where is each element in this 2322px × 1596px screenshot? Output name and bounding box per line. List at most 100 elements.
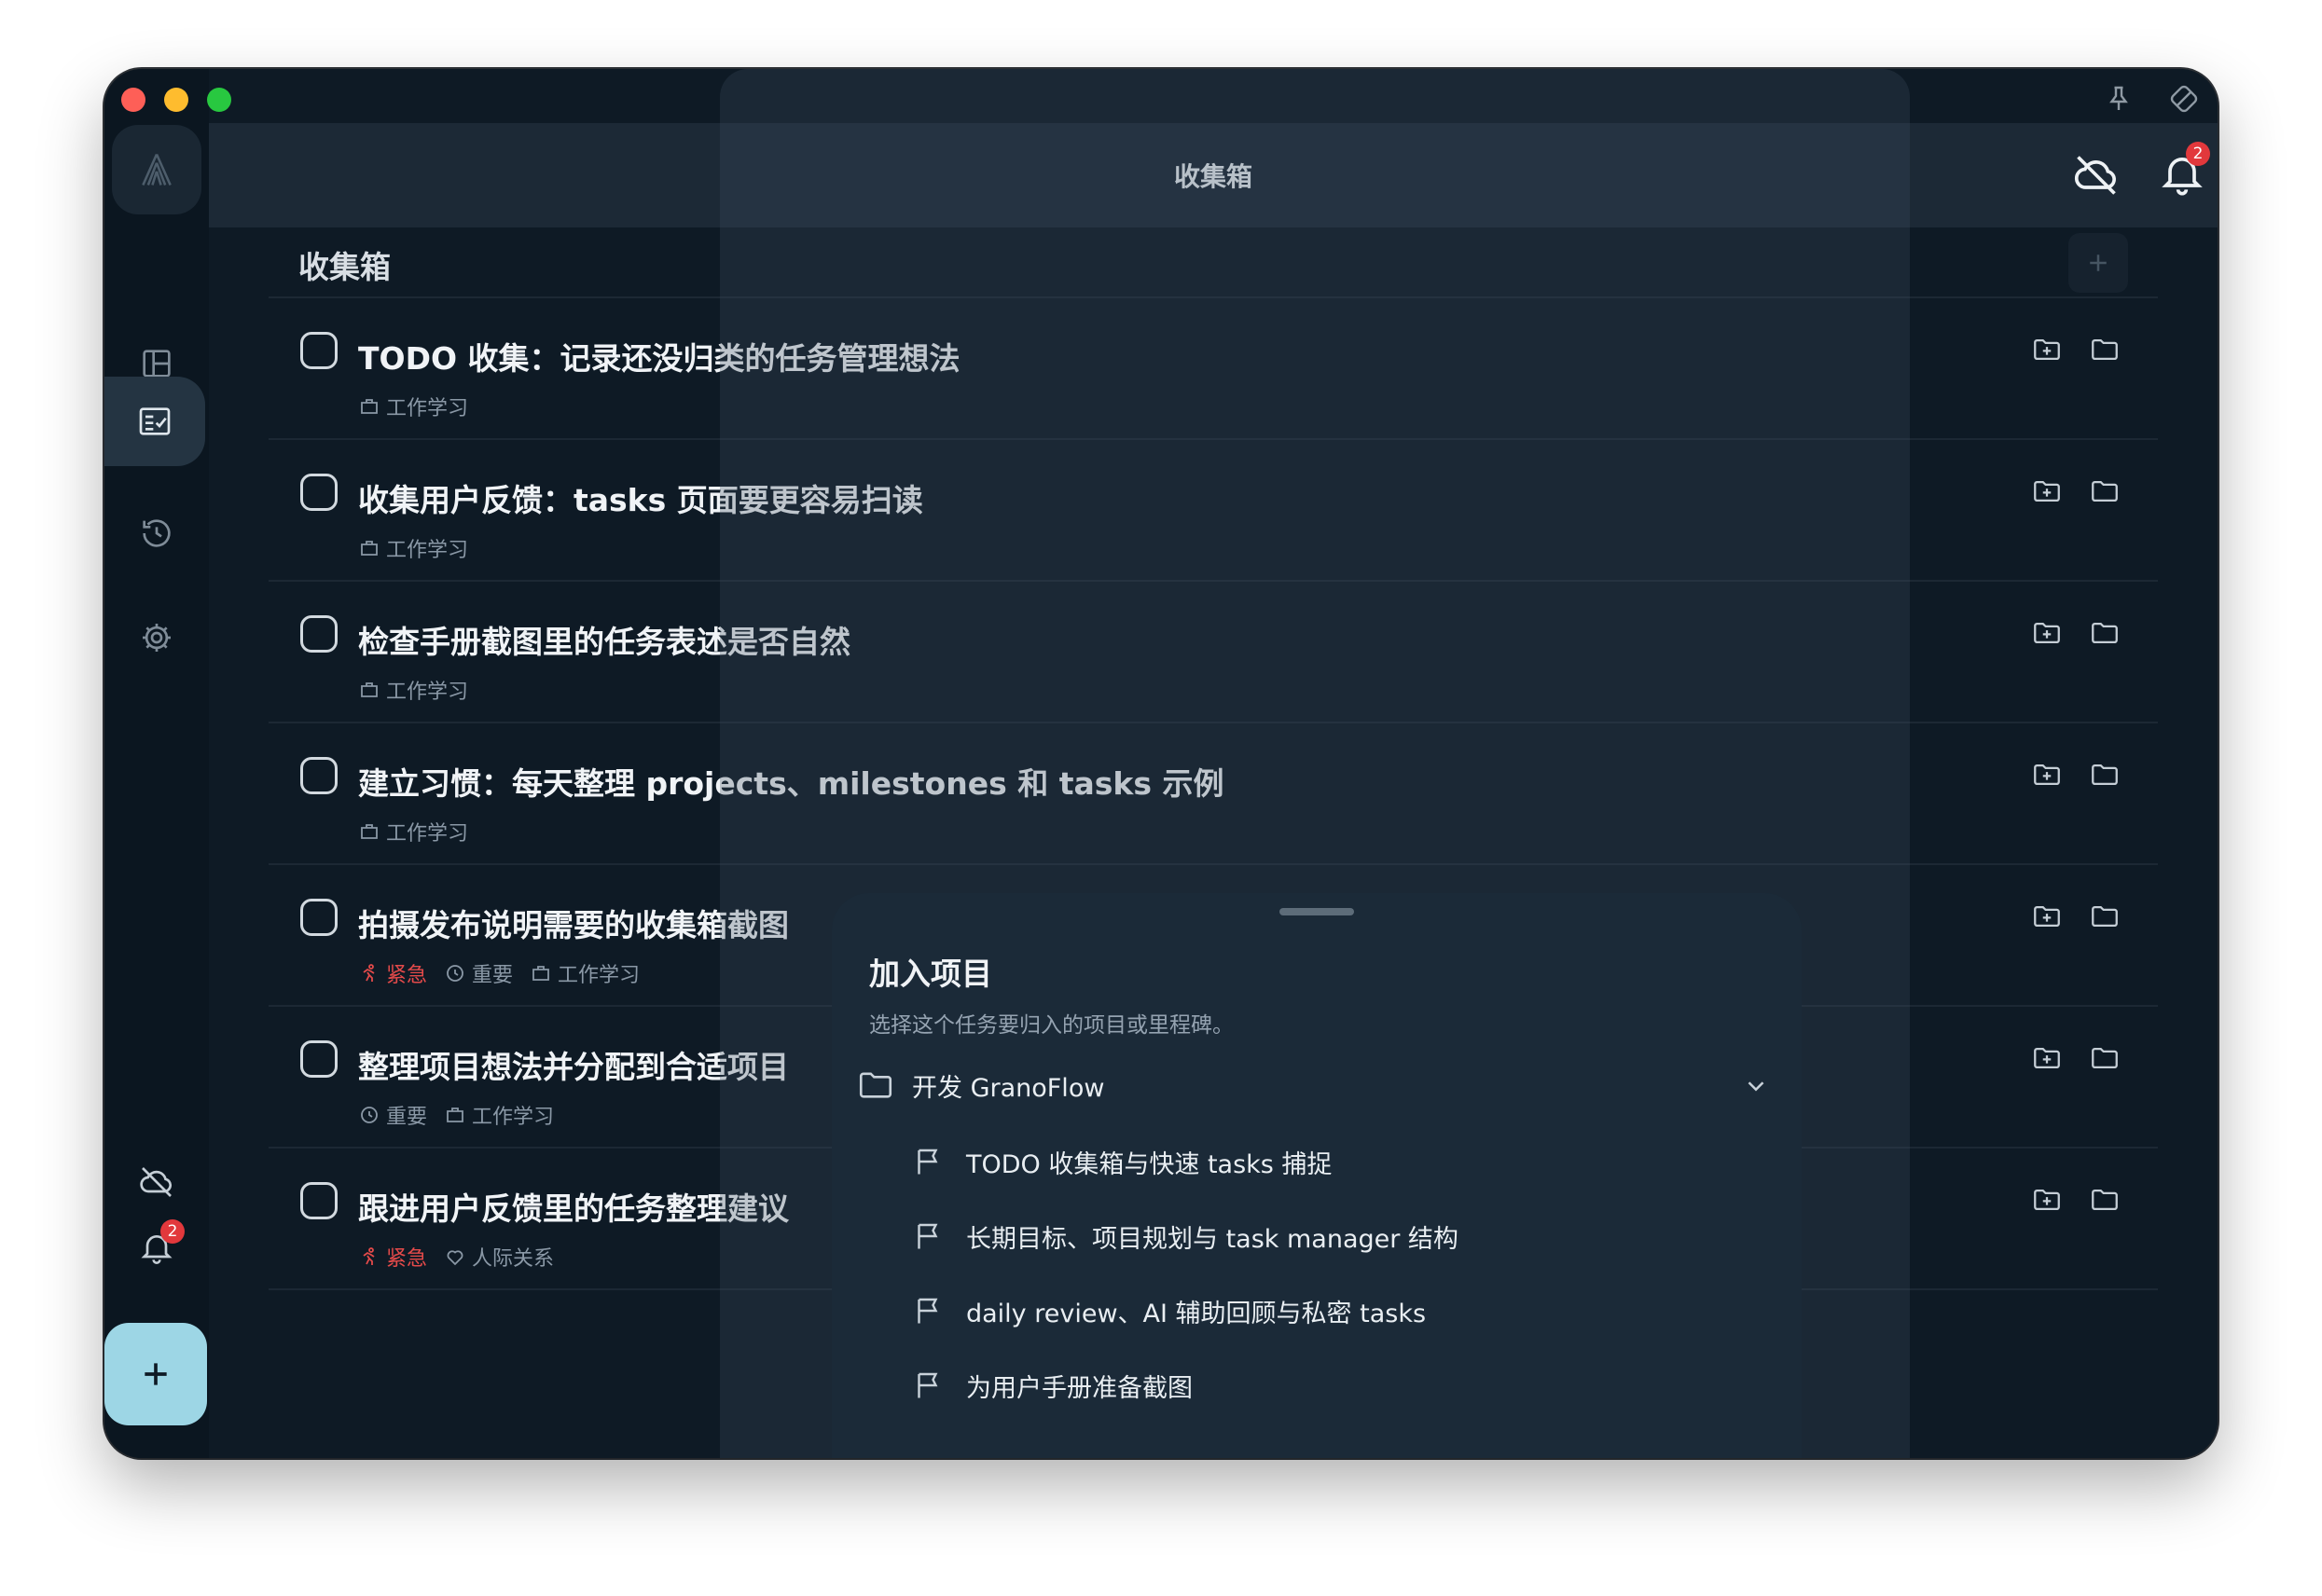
task-tag: 工作学习 xyxy=(358,675,468,705)
milestone-label: TODO 收集箱与快速 tasks 捕捉 xyxy=(966,1149,1333,1179)
header-notifications-button[interactable]: 2 xyxy=(2158,142,2210,201)
sheet-subtitle: 选择这个任务要归入的项目或里程碑。 xyxy=(869,1013,1234,1038)
plus-icon xyxy=(2090,255,2107,271)
folder-tag-icon xyxy=(358,537,380,559)
flag-icon xyxy=(918,1149,938,1175)
task-checkbox[interactable] xyxy=(300,1182,338,1219)
task-tag-label: 工作学习 xyxy=(558,964,641,987)
add-item-button[interactable] xyxy=(2068,233,2128,293)
project-item[interactable]: 开发 GranoFlow xyxy=(856,1059,1779,1111)
folder-icon[interactable] xyxy=(2089,334,2121,365)
milestone-item[interactable]: 为用户手册准备截图 xyxy=(912,1359,1193,1411)
milestone-label: daily review、AI 辅助回顾与私密 tasks xyxy=(966,1299,1427,1328)
sheet-grabber[interactable] xyxy=(1279,908,1354,915)
task-tag: 紧急 xyxy=(358,958,427,988)
checklist-icon xyxy=(139,407,171,435)
task-tag-label: 重要 xyxy=(472,964,514,987)
milestone-label: 为用户手册准备截图 xyxy=(966,1373,1193,1403)
task-tags: 紧急 人际关系 xyxy=(358,1242,554,1272)
task-actions xyxy=(2031,1184,2121,1216)
chevron-down-icon[interactable] xyxy=(1742,1072,1770,1100)
folder-tag-icon xyxy=(358,679,380,701)
task-tag-label: 紧急 xyxy=(386,964,428,987)
folder-icon xyxy=(859,1072,892,1098)
logo-icon xyxy=(142,153,172,186)
task-checkbox[interactable] xyxy=(300,474,338,511)
move-to-folder-icon[interactable] xyxy=(2031,334,2063,365)
plus-icon xyxy=(145,1363,167,1385)
folder-icon[interactable] xyxy=(2089,617,2121,649)
sidebar-notifications-button[interactable]: 2 xyxy=(104,1203,209,1292)
milestone-item[interactable]: TODO 收集箱与快速 tasks 捕捉 xyxy=(912,1135,1332,1188)
folder-icon[interactable] xyxy=(2089,1042,2121,1074)
titlebar-actions xyxy=(2102,82,2201,116)
flag-icon xyxy=(918,1298,938,1324)
project-label: 开发 GranoFlow xyxy=(912,1073,1105,1103)
milestone-item[interactable]: daily review、AI 辅助回顾与私密 tasks xyxy=(912,1285,1426,1337)
task-tags: 紧急 重要 工作学习 xyxy=(358,958,640,988)
task-tags: 工作学习 xyxy=(358,533,468,563)
task-actions xyxy=(2031,901,2121,932)
notification-badge: 2 xyxy=(160,1219,185,1244)
notification-badge: 2 xyxy=(2186,142,2210,166)
sidebar-item-history[interactable] xyxy=(104,488,209,578)
task-checkbox[interactable] xyxy=(300,1040,338,1078)
cloud-off-icon xyxy=(140,1167,173,1197)
folder-tag-icon xyxy=(358,395,380,418)
milestone-item[interactable]: 长期目标、项目规划与 task manager 结构 xyxy=(912,1210,1458,1262)
task-tag-label: 紧急 xyxy=(386,1247,428,1271)
task-tag: 重要 xyxy=(444,958,513,988)
pin-icon[interactable] xyxy=(2102,82,2135,116)
flag-icon xyxy=(918,1223,938,1249)
folder-icon[interactable] xyxy=(2089,1184,2121,1216)
flag-icon xyxy=(918,1372,938,1398)
folder-icon[interactable] xyxy=(2089,475,2121,507)
move-to-folder-icon[interactable] xyxy=(2031,617,2063,649)
folder-icon[interactable] xyxy=(2089,901,2121,932)
folder-tag-icon xyxy=(530,962,552,984)
move-to-folder-icon[interactable] xyxy=(2031,759,2063,791)
milestone-label: 长期目标、项目规划与 task manager 结构 xyxy=(966,1224,1458,1254)
sheet-title: 加入项目 xyxy=(869,956,992,992)
task-tag: 工作学习 xyxy=(530,958,640,988)
task-tag: 紧急 xyxy=(358,1242,427,1272)
minimize-window-button[interactable] xyxy=(164,88,188,112)
move-to-folder-icon[interactable] xyxy=(2031,475,2063,507)
main-panel: 收集箱 2 收集箱 TODO 收集：记录还没归类的任务管理想法 工作学习 收集用户反… xyxy=(209,69,2218,1458)
task-tags: 工作学习 xyxy=(358,817,468,846)
task-actions xyxy=(2031,1042,2121,1074)
task-tags: 工作学习 xyxy=(358,675,468,705)
move-to-folder-icon[interactable] xyxy=(2031,1042,2063,1074)
task-checkbox[interactable] xyxy=(300,757,338,794)
clock-icon xyxy=(358,1104,380,1126)
window-controls xyxy=(121,88,231,112)
folder-icon[interactable] xyxy=(2089,759,2121,791)
task-tag: 工作学习 xyxy=(358,392,468,421)
task-tag-label: 工作学习 xyxy=(386,822,469,846)
task-checkbox[interactable] xyxy=(300,899,338,936)
clock-icon xyxy=(444,962,466,984)
move-to-folder-icon[interactable] xyxy=(2031,901,2063,932)
task-actions xyxy=(2031,475,2121,507)
history-icon xyxy=(143,519,171,547)
task-checkbox[interactable] xyxy=(300,615,338,653)
running-icon xyxy=(358,1245,380,1268)
close-window-button[interactable] xyxy=(121,88,145,112)
app-logo[interactable] xyxy=(112,125,201,214)
section-title: 收集箱 xyxy=(298,249,391,285)
add-to-project-sheet: 加入项目 选择这个任务要归入的项目或里程碑。 开发 GranoFlow TODO… xyxy=(832,893,1802,1458)
move-to-folder-icon[interactable] xyxy=(2031,1184,2063,1216)
task-tag-label: 人际关系 xyxy=(472,1247,555,1271)
task-checkbox[interactable] xyxy=(300,332,338,369)
cloud-off-icon[interactable] xyxy=(2072,151,2121,200)
sidebar: 2 xyxy=(104,69,209,1458)
task-tag: 人际关系 xyxy=(444,1242,554,1272)
task-tag-label: 重要 xyxy=(386,1106,428,1129)
sidebar-item-settings[interactable] xyxy=(104,593,209,682)
sidebar-item-inbox[interactable] xyxy=(104,377,205,466)
folder-tag-icon xyxy=(444,1104,466,1126)
task-tag: 工作学习 xyxy=(444,1100,554,1130)
zoom-window-button[interactable] xyxy=(207,88,231,112)
add-task-button[interactable] xyxy=(104,1323,207,1425)
float-window-icon[interactable] xyxy=(2167,82,2201,116)
